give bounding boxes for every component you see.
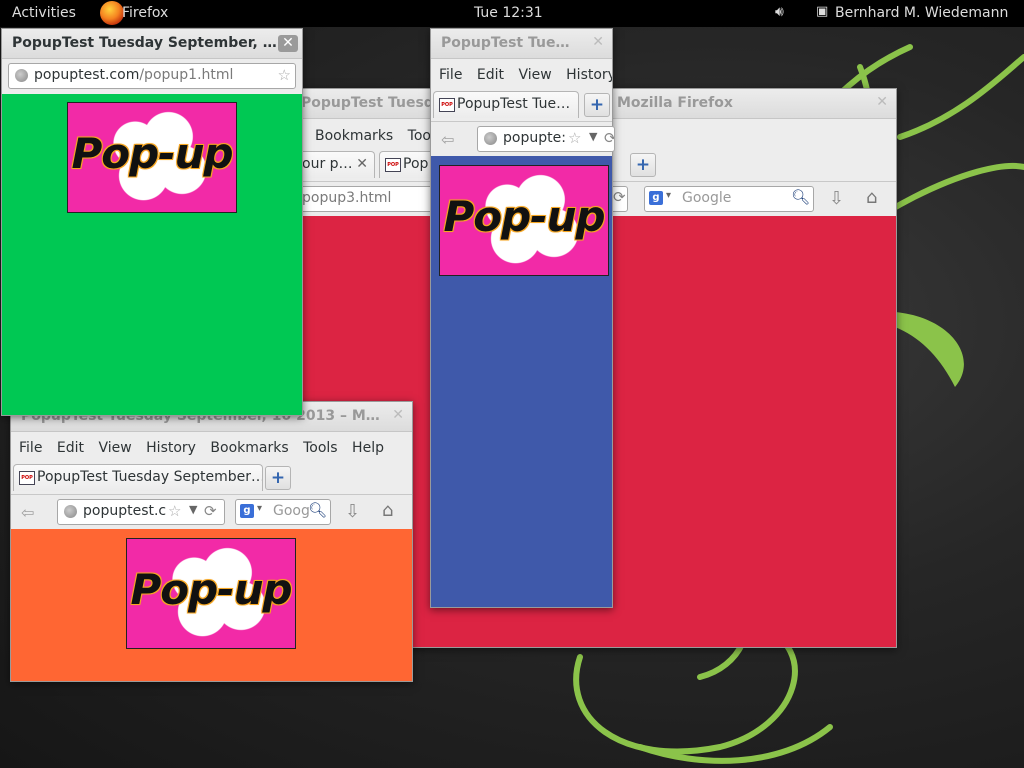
bookmark-star-icon[interactable]: ☆	[568, 129, 581, 147]
close-icon[interactable]: ✕	[392, 407, 404, 423]
chevron-down-icon[interactable]: ▾	[666, 190, 671, 201]
popup-image-text: Pop-up	[443, 192, 605, 241]
search-placeholder: Goog	[273, 503, 310, 519]
url-bar[interactable]: popuptest.com/popup1.html ☆	[8, 63, 296, 89]
favicon-icon: POP	[19, 471, 35, 485]
user-menu[interactable]: Bernhard M. Wiedemann	[835, 5, 1008, 21]
bookmark-star-icon[interactable]: ☆	[278, 66, 291, 84]
download-icon[interactable]: ⇩	[345, 501, 360, 522]
popup3-window: PopupTest Tuesday September, 10 2013 – M…	[10, 401, 413, 682]
firefox-icon	[100, 1, 124, 25]
favicon-icon: POP	[439, 98, 455, 112]
home-icon[interactable]: ⌂	[866, 187, 877, 208]
chevron-down-icon[interactable]: ▼	[589, 130, 597, 143]
search-box[interactable]: g ▾ Goog 🔍︎	[235, 499, 331, 525]
tab-label: PopupTest Tuesday September…	[37, 469, 263, 485]
menu-file[interactable]: File	[439, 62, 462, 83]
menu-history[interactable]: History	[566, 62, 612, 83]
clock[interactable]: Tue 12:31	[474, 5, 543, 21]
popup-image: Pop-up	[439, 165, 609, 276]
menu-bookmarks[interactable]: Bookmarks	[210, 435, 288, 456]
user-status-icon: ▣	[816, 4, 829, 19]
chevron-down-icon[interactable]: ▼	[189, 503, 197, 516]
nav-bar: ⇦ popuptest.c ☆ ▼ ⟳ g ▾ Goog 🔍︎ ⇩ ⌂	[11, 494, 412, 529]
popup-image: Pop-up	[67, 102, 237, 213]
globe-icon	[64, 505, 77, 518]
popup-image: Pop-up	[126, 538, 296, 649]
google-icon: g	[649, 191, 663, 205]
search-icon[interactable]: 🔍︎	[791, 188, 810, 206]
menu-edit[interactable]: Edit	[57, 435, 84, 456]
new-tab-button[interactable]: +	[630, 153, 656, 177]
window-title-suffix: Mozilla Firefox	[617, 95, 733, 111]
google-icon: g	[240, 504, 254, 518]
nav-bar: popuptest.com/popup1.html ☆	[2, 59, 302, 93]
menu-view[interactable]: View	[98, 435, 131, 456]
search-box[interactable]: g ▾ Google 🔍︎	[644, 186, 814, 212]
app-menu-label: Firefox	[122, 5, 169, 21]
url-text: popup3.html	[302, 190, 392, 206]
new-tab-button[interactable]: +	[584, 93, 610, 117]
menu-tools[interactable]: Too	[408, 123, 431, 144]
search-icon[interactable]: 🔍︎	[308, 501, 327, 519]
nav-bar: ⇦ popupte: ☆ ▼ ⟳	[431, 121, 615, 156]
globe-icon	[484, 132, 497, 145]
back-arrow-icon[interactable]: ⇦	[441, 130, 454, 149]
menu-bookmarks[interactable]: Bookmarks	[315, 123, 393, 144]
menu-file[interactable]: File	[19, 435, 42, 456]
close-tab-icon[interactable]: ✕	[356, 156, 368, 172]
download-icon[interactable]: ⇩	[829, 188, 844, 209]
menu-bar: File Edit View History	[431, 62, 612, 88]
close-icon[interactable]: ✕	[278, 35, 298, 52]
tab-background[interactable]: our p… ✕	[291, 151, 375, 178]
window-titlebar[interactable]: PopupTest Tuesday September, … ✕	[2, 29, 302, 59]
close-icon[interactable]: ✕	[876, 94, 888, 110]
tab-strip: POP PopupTest Tue… +	[431, 91, 612, 119]
window-title: PopupTest Tue…	[441, 35, 570, 51]
page-content: Pop-up	[2, 94, 302, 415]
favicon-icon: POP	[385, 158, 401, 172]
reload-icon[interactable]: ⟳	[604, 129, 614, 147]
back-arrow-icon[interactable]: ⇦	[21, 503, 34, 522]
window-title: PopupTest Tuesday September, …	[12, 35, 277, 51]
window-title: PopupTest Tuesda	[301, 95, 444, 111]
bookmark-star-icon[interactable]: ☆	[168, 502, 181, 520]
new-tab-button[interactable]: +	[265, 466, 291, 490]
close-icon[interactable]: ✕	[592, 34, 604, 50]
tab-active[interactable]: POP PopupTest Tue…	[433, 91, 579, 118]
globe-icon	[15, 69, 28, 82]
tab-strip: POP PopupTest Tuesday September… +	[11, 464, 412, 492]
volume-icon[interactable]: 🔊︎	[775, 4, 784, 20]
gnome-top-bar: Activities Firefox Tue 12:31 🔊︎ ▣ Bernha…	[0, 0, 1024, 27]
url-text: popuptest.c	[83, 503, 167, 519]
url-text: popuptest.com/popup1.html	[34, 67, 234, 83]
tab-label: Pop	[403, 156, 429, 172]
menu-bar: File Edit View History Bookmarks Tools H…	[11, 435, 412, 461]
popup-image-text: Pop-up	[71, 129, 233, 178]
menu-edit[interactable]: Edit	[477, 62, 504, 83]
activities-button[interactable]: Activities	[12, 5, 76, 21]
menu-help[interactable]: Help	[352, 435, 384, 456]
menu-view[interactable]: View	[518, 62, 551, 83]
popup-image-text: Pop-up	[130, 565, 292, 614]
chevron-down-icon[interactable]: ▾	[257, 503, 262, 514]
tab-label: our p…	[302, 156, 353, 172]
popup1-window: PopupTest Tuesday September, … ✕ popupte…	[1, 28, 303, 416]
tab-label: PopupTest Tue…	[457, 96, 571, 112]
url-bar[interactable]: popupte: ☆ ▼ ⟳	[477, 126, 615, 152]
popup2-window: PopupTest Tue… ✕ File Edit View History …	[430, 28, 615, 608]
menu-history[interactable]: History	[146, 435, 196, 456]
window-titlebar[interactable]: PopupTest Tue… ✕	[431, 29, 612, 59]
search-placeholder: Google	[682, 190, 732, 206]
home-icon[interactable]: ⌂	[382, 500, 393, 521]
reload-icon[interactable]: ⟳	[204, 502, 217, 520]
tab-active[interactable]: POP PopupTest Tuesday September…	[13, 464, 263, 491]
url-bar[interactable]: popuptest.c ☆ ▼ ⟳	[57, 499, 225, 525]
page-content: Pop-up	[11, 529, 412, 681]
reload-icon[interactable]: ⟳	[613, 188, 626, 206]
page-content: Pop-up	[431, 156, 612, 607]
url-text: popupte:	[503, 130, 566, 146]
menu-tools[interactable]: Tools	[303, 435, 338, 456]
